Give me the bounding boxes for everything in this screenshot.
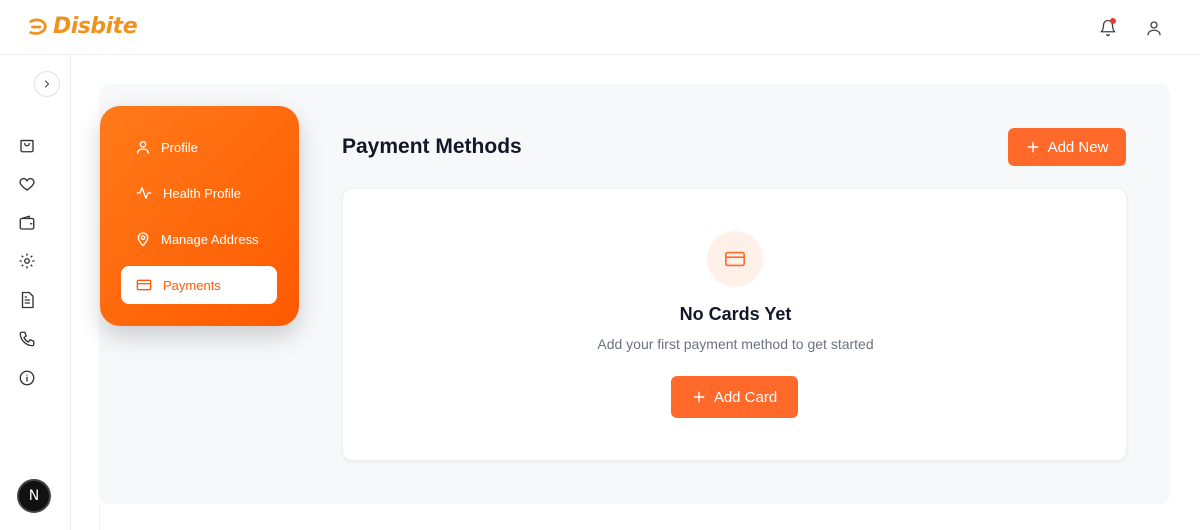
user-icon <box>137 141 149 154</box>
logo-icon <box>29 18 47 35</box>
credit-card-icon <box>136 279 152 291</box>
chevron-right-icon <box>44 80 50 88</box>
info-icon <box>19 370 35 386</box>
menu-item-payments[interactable]: Payments <box>121 266 277 304</box>
account-menu: Profile Health Profile Manage Address Pa… <box>100 106 299 326</box>
shopping-bag-icon <box>20 139 34 153</box>
empty-state-subtitle: Add your first payment method to get sta… <box>597 336 874 352</box>
sidebar-item-favorites[interactable] <box>17 174 37 194</box>
empty-state-icon-wrap <box>707 231 763 287</box>
empty-state-card: No Cards Yet Add your first payment meth… <box>342 188 1127 461</box>
page-title: Payment Methods <box>342 135 522 158</box>
sidebar-item-orders[interactable] <box>17 135 37 155</box>
menu-item-label: Manage Address <box>161 231 259 247</box>
top-bar: Disbite <box>0 0 1200 55</box>
sidebar-item-documents[interactable] <box>17 290 37 310</box>
side-navigation: N <box>0 55 71 530</box>
plus-icon <box>693 391 705 403</box>
dev-badge[interactable]: N <box>17 479 51 513</box>
menu-item-manage-address[interactable]: Manage Address <box>121 220 277 258</box>
empty-state-title: No Cards Yet <box>679 304 792 324</box>
menu-item-label: Payments <box>163 277 221 293</box>
map-pin-icon <box>137 232 149 247</box>
content-footer-area <box>99 504 1170 530</box>
activity-icon <box>136 187 152 199</box>
sidebar-item-wallet[interactable] <box>17 213 37 233</box>
phone-icon <box>19 331 35 347</box>
menu-item-health-profile[interactable]: Health Profile <box>121 174 277 212</box>
credit-card-icon <box>725 251 745 267</box>
user-icon <box>1147 21 1161 36</box>
account-button[interactable] <box>1143 17 1165 39</box>
logo-text: Disbite <box>53 14 138 39</box>
document-icon <box>21 291 34 309</box>
add-new-button[interactable]: Add New <box>1008 128 1126 166</box>
sidebar-item-about[interactable] <box>17 368 37 388</box>
plus-icon <box>1027 141 1038 153</box>
notifications-button[interactable] <box>1097 17 1119 39</box>
sidebar-item-settings[interactable] <box>17 251 37 271</box>
menu-item-profile[interactable]: Profile <box>121 128 277 166</box>
menu-item-label: Profile <box>161 139 198 155</box>
menu-item-label: Health Profile <box>163 185 242 201</box>
heart-icon <box>19 177 35 191</box>
settings-icon <box>19 253 35 269</box>
add-new-label: Add New <box>1047 138 1109 156</box>
sidebar-toggle-button[interactable] <box>34 71 60 97</box>
add-card-label: Add Card <box>713 388 778 406</box>
sidebar-item-contact[interactable] <box>17 329 37 349</box>
notification-dot <box>1110 18 1116 24</box>
add-card-button[interactable]: Add Card <box>671 376 798 418</box>
app-logo[interactable]: Disbite <box>27 14 138 39</box>
wallet-icon <box>19 215 35 230</box>
